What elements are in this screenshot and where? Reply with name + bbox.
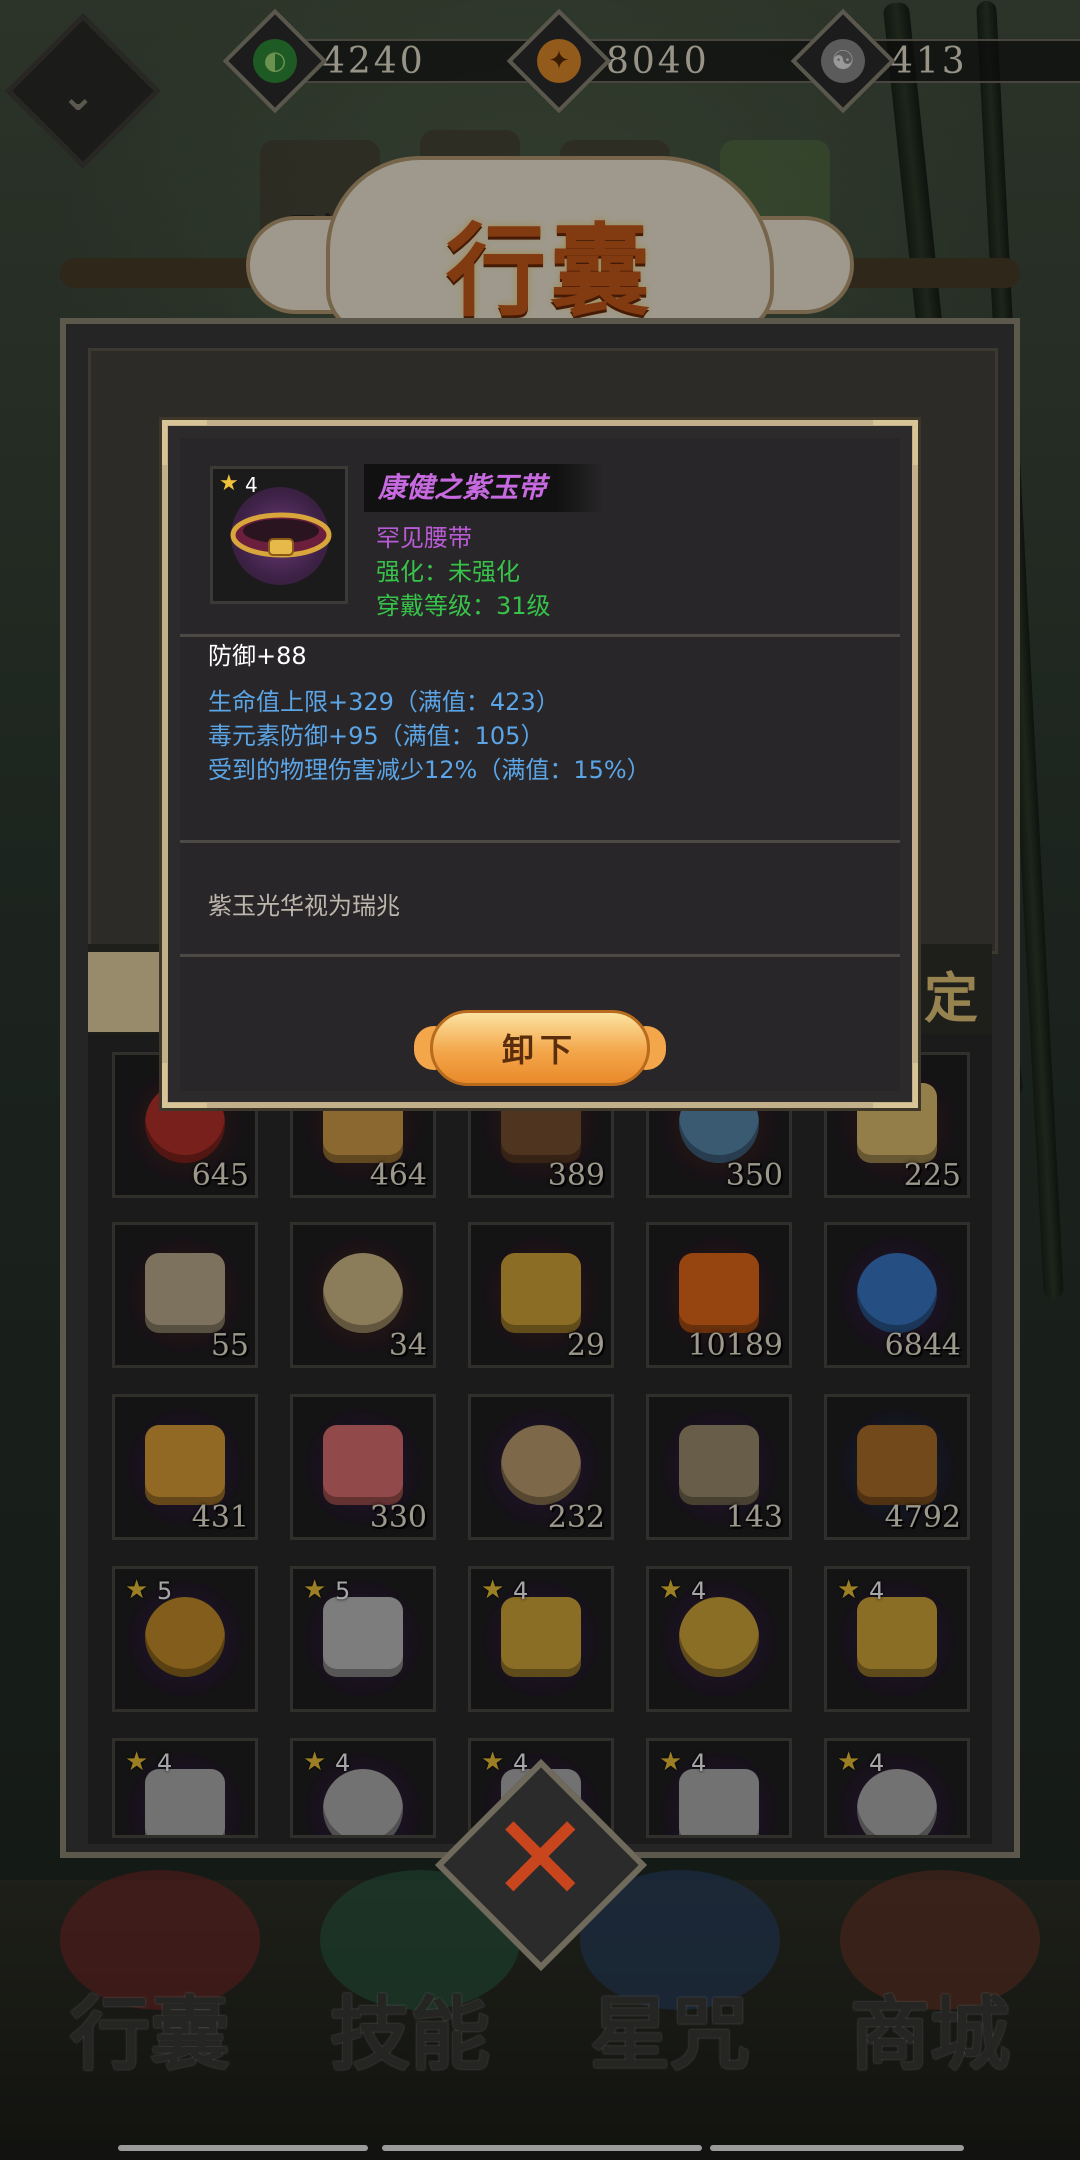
unequip-button[interactable]: 卸下 [430,1010,650,1086]
item-star-level: 4 [245,473,258,497]
sub-stat: 毒元素防御+95（满值：105） [208,722,545,750]
main-stat: 防御+88 [208,642,307,670]
item-detail-popup: ★ 4 康健之紫玉带 罕见腰带 强化：未强化 穿戴等级：31级 防御+88 生命… [162,420,918,1108]
home-indicator [710,2145,964,2151]
belt-icon [230,512,332,558]
sub-stat: 生命值上限+329（满值：423） [208,688,560,716]
item-icon-box: ★ 4 [210,466,348,604]
item-flavor-text: 紫玉光华视为瑞兆 [208,892,400,920]
home-indicator [118,2145,368,2151]
item-type: 罕见腰带 [376,524,472,552]
item-name: 康健之紫玉带 [378,471,547,504]
item-wear-level: 穿戴等级：31级 [376,592,551,620]
star-icon: ★ [219,471,239,496]
home-indicator [382,2145,702,2151]
sub-stat: 受到的物理伤害减少12%（满值：15%） [208,756,651,784]
close-icon[interactable]: ✕ [490,1800,591,1920]
item-enhance-status: 强化：未强化 [376,558,520,586]
